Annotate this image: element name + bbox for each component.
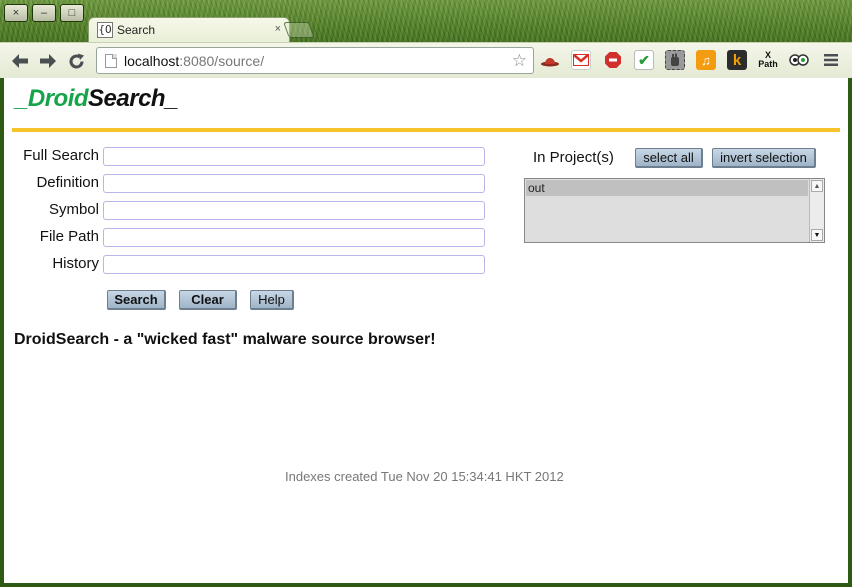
browser-titlebar: × – □ {O Search × localhost:8080/source/…	[0, 0, 852, 78]
reload-icon	[69, 53, 84, 68]
maximize-icon: □	[68, 7, 76, 19]
logo-search: Search_	[88, 85, 178, 112]
file-path-input[interactable]	[103, 228, 485, 247]
url-host: localhost	[124, 52, 180, 69]
full-search-input[interactable]	[103, 147, 485, 166]
scroll-up-icon[interactable]: ▲	[811, 180, 823, 192]
definition-input[interactable]	[103, 174, 485, 193]
symbol-label: Symbol	[48, 201, 99, 218]
page-icon	[105, 53, 117, 68]
project-option[interactable]: out	[526, 180, 808, 196]
minimize-window-button[interactable]: –	[32, 4, 56, 22]
help-button[interactable]: Help	[250, 290, 294, 310]
full-search-label: Full Search	[23, 147, 99, 164]
header-divider	[12, 128, 840, 132]
projects-label: In Project(s)	[533, 149, 614, 166]
invert-selection-button[interactable]: invert selection	[712, 148, 816, 168]
menu-icon[interactable]	[821, 50, 841, 70]
tab-title: Search	[117, 23, 156, 37]
reload-button[interactable]	[66, 51, 86, 71]
minimize-icon: –	[40, 7, 48, 19]
music-icon[interactable]: ♫	[696, 50, 716, 70]
tab-favicon-icon: {O	[97, 22, 113, 38]
file-path-label: File Path	[39, 228, 99, 245]
forward-arrow-icon	[40, 54, 56, 68]
k-icon[interactable]: k	[727, 50, 747, 70]
window-bottom-border	[0, 583, 852, 587]
close-window-button[interactable]: ×	[4, 4, 28, 22]
gmail-icon[interactable]	[571, 50, 591, 70]
bookmark-star-icon[interactable]: ☆	[512, 51, 527, 71]
back-button[interactable]	[10, 51, 30, 71]
stop-icon[interactable]	[603, 50, 623, 70]
history-input[interactable]	[103, 255, 485, 274]
droidsearch-logo[interactable]: _DroidSearch_	[15, 85, 178, 113]
check-icon[interactable]: ✔	[634, 50, 654, 70]
index-footer: Indexes created Tue Nov 20 15:34:41 HKT …	[285, 469, 564, 484]
xpath-icon[interactable]: X Path	[758, 50, 778, 70]
window-controls: × – □	[4, 4, 84, 22]
forward-button[interactable]	[38, 51, 58, 71]
browser-toolbar: localhost:8080/source/ ☆ ✔ ♫ k X Path	[0, 42, 852, 78]
page-content: _DroidSearch_ Full Search Definition Sym…	[4, 78, 848, 583]
owl-icon[interactable]	[789, 50, 809, 70]
close-icon: ×	[12, 7, 20, 19]
address-bar[interactable]: localhost:8080/source/ ☆	[96, 47, 534, 74]
browser-tab[interactable]: {O Search ×	[88, 17, 290, 42]
scroll-down-icon[interactable]: ▼	[811, 229, 823, 241]
hat-icon[interactable]	[540, 50, 560, 70]
search-button[interactable]: Search	[107, 290, 166, 310]
address-url: localhost:8080/source/	[124, 53, 264, 69]
new-tab-button[interactable]	[283, 22, 315, 38]
definition-label: Definition	[36, 174, 99, 191]
logo-droid: Droid	[27, 85, 89, 112]
hand-icon[interactable]	[665, 50, 685, 70]
listbox-scrollbar[interactable]: ▲ ▼	[809, 179, 824, 242]
url-path: :8080/source/	[179, 52, 265, 69]
maximize-window-button[interactable]: □	[60, 4, 84, 22]
symbol-input[interactable]	[103, 201, 485, 220]
clear-button[interactable]: Clear	[179, 290, 237, 310]
tagline: DroidSearch - a "wicked fast" malware so…	[14, 331, 436, 348]
select-all-button[interactable]: select all	[635, 148, 703, 168]
project-listbox[interactable]: out ▲ ▼	[524, 178, 825, 243]
history-label: History	[52, 255, 99, 272]
logo-prefix: _	[15, 85, 28, 112]
tab-close-icon[interactable]: ×	[275, 23, 281, 35]
back-arrow-icon	[12, 54, 28, 68]
